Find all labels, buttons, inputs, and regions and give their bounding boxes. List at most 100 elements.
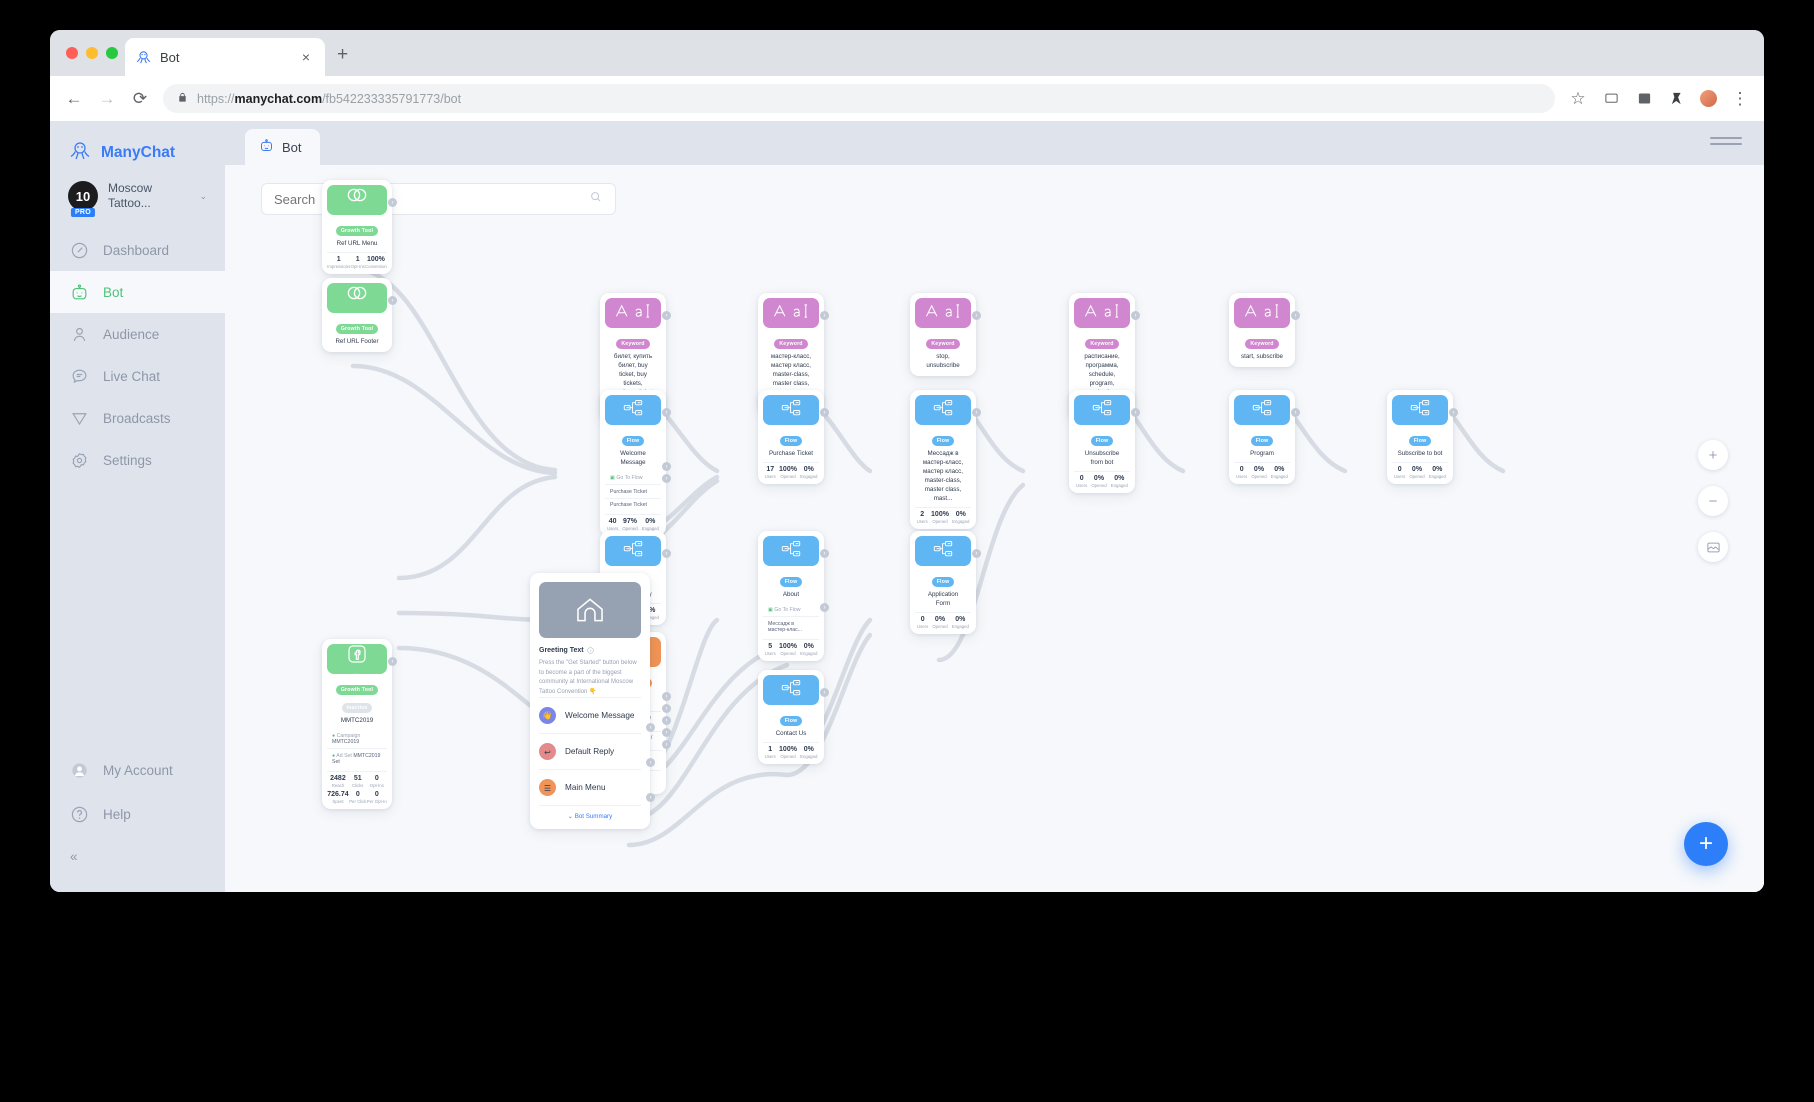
chevron-double-left-icon: « bbox=[70, 848, 78, 864]
tab-bot[interactable]: Bot bbox=[245, 129, 320, 165]
node-badge: Flow bbox=[1090, 436, 1114, 446]
port-main-menu[interactable]: › bbox=[646, 793, 655, 802]
chevron-down-icon[interactable]: ⌄ bbox=[199, 191, 215, 202]
search-icon[interactable] bbox=[589, 190, 603, 209]
node-output-port[interactable]: › bbox=[820, 688, 829, 697]
window-traffic-lights[interactable] bbox=[66, 47, 118, 59]
sidebar-item-settings[interactable]: Settings bbox=[50, 439, 225, 481]
flow-node-flow-welcome[interactable]: Flow Welcome Message ▣ Go To Flow Purchase … bbox=[600, 390, 671, 537]
sidebar-item-live-chat[interactable]: Live Chat bbox=[50, 355, 225, 397]
node-stat: 0% Engaged bbox=[800, 643, 817, 656]
node-output-port[interactable]: › bbox=[388, 198, 397, 207]
flow-node-flow-purchase-ticket[interactable]: Flow Purchase Ticket 17 Users 100% Opened 0% En… bbox=[758, 390, 829, 484]
node-output-port[interactable]: › bbox=[820, 549, 829, 558]
flow-node-flow-program[interactable]: Flow Program 0 Users 0% Opened 0% Engaged › bbox=[1229, 390, 1300, 484]
bot-flow-canvas[interactable]: Messenger Ref URL Growth Tool Ref URL Menu… bbox=[225, 165, 1764, 892]
node-output-port[interactable]: › bbox=[388, 296, 397, 305]
bookmark-star-icon[interactable]: ☆ bbox=[1568, 89, 1588, 109]
node-row[interactable]: ▣ Go To Flow bbox=[605, 472, 661, 484]
node-output-port[interactable]: › bbox=[820, 311, 829, 320]
node-row-port[interactable]: › bbox=[662, 716, 671, 725]
new-tab-button[interactable]: + bbox=[337, 45, 348, 64]
node-row-port[interactable]: › bbox=[662, 740, 671, 749]
node-row-port[interactable]: › bbox=[662, 462, 671, 471]
node-output-port[interactable]: › bbox=[662, 408, 671, 417]
node-title: Purchase Ticket bbox=[768, 450, 814, 457]
flow-node-flow-subscribe[interactable]: Flow Subscribe to bot 0 Users 0% Opened 0% Enga… bbox=[1387, 390, 1458, 484]
menu-icon[interactable] bbox=[1710, 131, 1742, 151]
sidebar-item-broadcasts[interactable]: Broadcasts bbox=[50, 397, 225, 439]
node-stat-value: 0% bbox=[803, 465, 814, 473]
node-row-port[interactable]: › bbox=[662, 692, 671, 701]
node-output-port[interactable]: › bbox=[1131, 311, 1140, 320]
account-switcher[interactable]: 10 PRO Moscow Tattoo... ⌄ bbox=[50, 169, 225, 223]
close-window-button[interactable] bbox=[66, 47, 78, 59]
sidebar-item-audience[interactable]: Audience bbox=[50, 313, 225, 355]
node-output-port[interactable]: › bbox=[972, 408, 981, 417]
browser-tab[interactable]: Bot × bbox=[125, 38, 325, 76]
node-output-port[interactable]: › bbox=[388, 657, 397, 666]
extension-icon[interactable] bbox=[1634, 89, 1654, 109]
node-output-port[interactable]: › bbox=[1291, 311, 1300, 320]
node-row[interactable]: Мессадж в мастер-клас... bbox=[763, 616, 819, 635]
flow-node-kw-start[interactable]: Keyword start, subscribe › bbox=[1229, 293, 1300, 367]
node-output-port[interactable]: › bbox=[662, 549, 671, 558]
forward-icon[interactable]: → bbox=[97, 89, 117, 109]
flow-node-kw-stop[interactable]: Keyword stop, unsubscribe › bbox=[910, 293, 981, 376]
node-row[interactable]: Purchase Ticket bbox=[605, 497, 661, 511]
maximize-window-button[interactable] bbox=[106, 47, 118, 59]
node-output-port[interactable]: › bbox=[972, 311, 981, 320]
add-button[interactable]: + bbox=[1684, 822, 1728, 866]
sidebar-item-bot[interactable]: Bot bbox=[50, 271, 225, 313]
greeting-item-welcome-message[interactable]: 👋 Welcome Message bbox=[539, 697, 641, 733]
brand[interactable]: ManyChat bbox=[50, 121, 225, 169]
node-output-port[interactable]: › bbox=[1131, 408, 1140, 417]
flow-node-flow-application-form[interactable]: Flow Application Form 0 Users 0% Opened 0% Enga… bbox=[910, 531, 981, 634]
pin-icon[interactable] bbox=[1667, 89, 1687, 109]
node-row[interactable]: ▣ Go To Flow bbox=[763, 604, 819, 616]
sidebar-item-my-account[interactable]: My Account bbox=[50, 748, 225, 792]
sidebar-item-help[interactable]: Help bbox=[50, 792, 225, 836]
port-welcome-message[interactable]: › bbox=[646, 723, 655, 732]
flow-node-mmtc2019-ad[interactable]: Ads Growth Tool Inactive MMTC2019 ● Campaig… bbox=[322, 639, 397, 809]
fit-screen-button[interactable] bbox=[1698, 532, 1728, 562]
bot-summary-link[interactable]: ⌄ Bot Summary bbox=[539, 805, 641, 820]
flow-node-flow-about[interactable]: Flow About ▣ Go To Flow Мессадж в мастер-кл… bbox=[758, 531, 829, 661]
node-output-port[interactable]: › bbox=[1291, 408, 1300, 417]
flow-node-ref-url-footer[interactable]: Messenger Ref URL Growth Tool Ref URL Foot… bbox=[322, 278, 397, 352]
node-stat: 0Users bbox=[1076, 475, 1087, 488]
node-output-port[interactable]: › bbox=[820, 408, 829, 417]
node-stat-value: 0% bbox=[1093, 474, 1105, 482]
url-text: https://manychat.com/fb542233335791773/b… bbox=[197, 91, 462, 106]
search-box[interactable] bbox=[261, 183, 616, 215]
flow-node-flow-masterclass[interactable]: Flow Мессадж в мастер-класс, мастер класс… bbox=[910, 390, 981, 529]
greeting-item-default-reply[interactable]: ↩ Default Reply bbox=[539, 733, 641, 769]
node-row-port[interactable]: › bbox=[662, 474, 671, 483]
minimize-window-button[interactable] bbox=[86, 47, 98, 59]
flow-node-flow-unsubscribe[interactable]: Flow Unsubscribe from bot 0 Users 0% Opened 0%… bbox=[1069, 390, 1140, 493]
close-icon[interactable]: × bbox=[297, 48, 315, 66]
flow-node-ref-url-menu[interactable]: Messenger Ref URL Growth Tool Ref URL Menu… bbox=[322, 180, 397, 274]
reload-icon[interactable]: ⟳ bbox=[130, 89, 150, 109]
back-icon[interactable]: ← bbox=[64, 89, 84, 109]
node-row-port[interactable]: › bbox=[820, 603, 829, 612]
node-output-port[interactable]: › bbox=[972, 549, 981, 558]
sidebar-collapse-button[interactable]: « bbox=[50, 836, 225, 880]
address-bar[interactable]: https://manychat.com/fb542233335791773/b… bbox=[163, 84, 1555, 113]
chrome-menu-icon[interactable]: ⋮ bbox=[1730, 89, 1750, 109]
zoom-out-button[interactable]: − bbox=[1698, 486, 1728, 516]
greeting-text-card[interactable]: Greeting Text Press the "Get Started" bu… bbox=[530, 573, 655, 830]
node-row[interactable]: Purchase Ticket bbox=[605, 484, 661, 497]
node-stat-value: 1 bbox=[336, 255, 341, 263]
flow-node-flow-contact-us[interactable]: Flow Contact Us 1 Users 100% Opened 0% Engaged › bbox=[758, 670, 829, 764]
profile-avatar[interactable] bbox=[1700, 90, 1717, 107]
node-row-port[interactable]: › bbox=[662, 704, 671, 713]
node-output-port[interactable]: › bbox=[1449, 408, 1458, 417]
sidebar-item-dashboard[interactable]: Dashboard bbox=[50, 229, 225, 271]
zoom-in-button[interactable]: + bbox=[1698, 440, 1728, 470]
node-row-port[interactable]: › bbox=[662, 728, 671, 737]
cast-icon[interactable] bbox=[1601, 89, 1621, 109]
port-default-reply[interactable]: › bbox=[646, 758, 655, 767]
greeting-item-main-menu[interactable]: ☰ Main Menu bbox=[539, 769, 641, 805]
node-output-port[interactable]: › bbox=[662, 311, 671, 320]
